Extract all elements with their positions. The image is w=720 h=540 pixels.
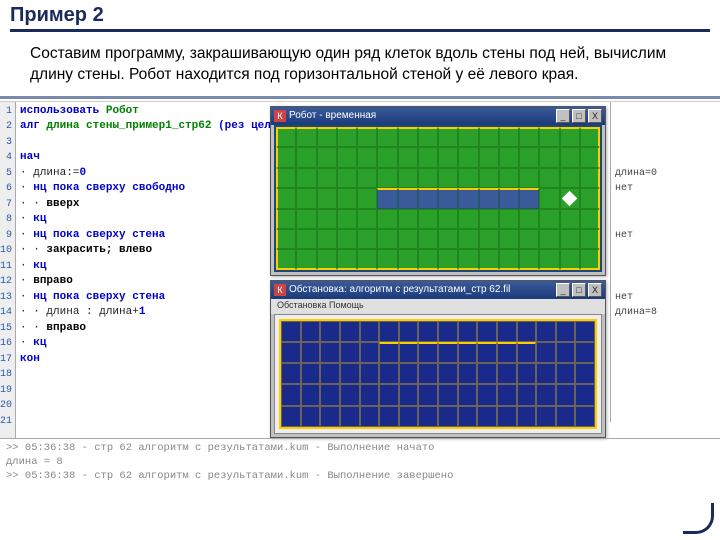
app-icon: К (274, 110, 286, 122)
obstacle-grid-wrap (274, 314, 602, 434)
obstacle-grid (279, 319, 597, 429)
obstacle-window-title: Обстановка: алгоритм с результатами_стр … (289, 284, 553, 295)
close-button[interactable]: X (588, 283, 602, 297)
code-editor[interactable]: 123456789101112131415161718192021 исполь… (0, 102, 268, 438)
robot-titlebar[interactable]: К Робот - временная _ □ X (271, 107, 605, 125)
app-icon: К (274, 284, 286, 296)
line-gutter: 123456789101112131415161718192021 (0, 102, 16, 438)
ide-panel: 123456789101112131415161718192021 исполь… (0, 101, 720, 481)
corner-decoration-icon (682, 502, 714, 534)
console-output: >> 05:36:38 - стр 62 алгоритм с результа… (0, 438, 720, 480)
minimize-button[interactable]: _ (556, 283, 570, 297)
slide-description: Составим программу, закрашивающую один р… (0, 36, 720, 99)
maximize-button[interactable]: □ (572, 109, 586, 123)
minimize-button[interactable]: _ (556, 109, 570, 123)
close-button[interactable]: X (588, 109, 602, 123)
robot-window[interactable]: К Робот - временная _ □ X (270, 106, 606, 276)
obstacle-window[interactable]: К Обстановка: алгоритм с результатами_ст… (270, 280, 606, 438)
slide-title: Пример 2 (10, 4, 710, 32)
robot-window-title: Робот - временная (289, 110, 553, 121)
robot-icon (562, 191, 578, 207)
trace-column: длина=0 нет нет нет длина=8 (610, 102, 708, 422)
maximize-button[interactable]: □ (572, 283, 586, 297)
obstacle-titlebar[interactable]: К Обстановка: алгоритм с результатами_ст… (271, 281, 605, 299)
slide-header: Пример 2 (0, 0, 720, 36)
obstacle-menubar[interactable]: Обстановка Помощь (271, 299, 605, 314)
robot-grid (274, 125, 602, 272)
